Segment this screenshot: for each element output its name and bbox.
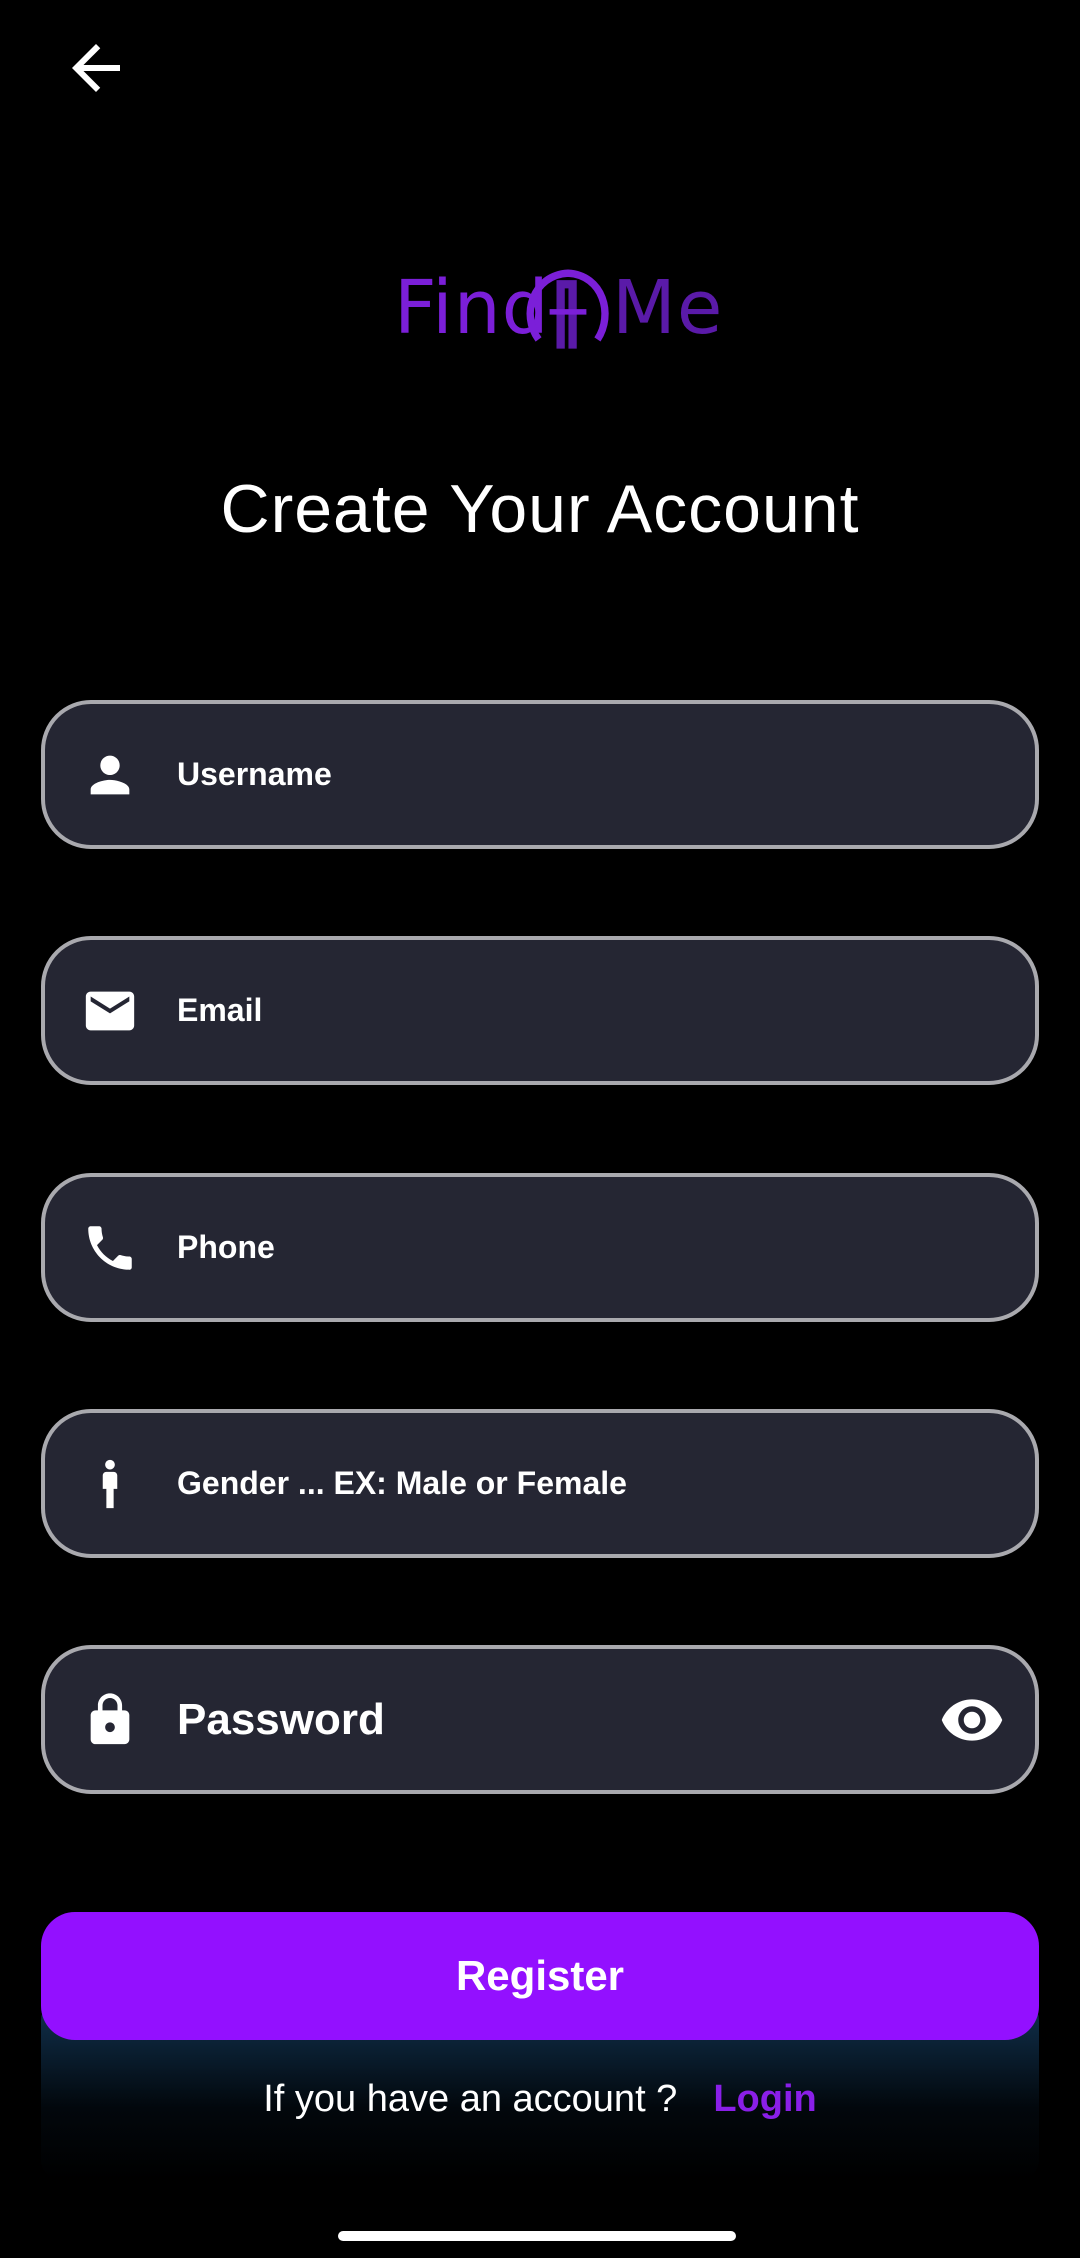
back-button[interactable] <box>60 32 132 104</box>
password-placeholder: Password <box>177 1694 385 1744</box>
page-title: Create Your Account <box>220 471 860 547</box>
phone-icon <box>80 1218 140 1278</box>
email-field[interactable]: Email <box>41 936 1039 1085</box>
home-indicator[interactable] <box>338 2231 736 2241</box>
logo-text-me: Me <box>612 265 724 351</box>
username-field[interactable]: Username <box>41 700 1039 849</box>
account-prompt-text: If you have an account ? <box>263 2078 678 2120</box>
logo-mark-icon <box>526 269 609 349</box>
gender-placeholder: Gender ... EX: Male or Female <box>177 1465 627 1501</box>
email-placeholder: Email <box>177 992 263 1028</box>
arrow-left-icon <box>72 44 120 92</box>
person-icon <box>80 745 140 805</box>
login-prompt-row: If you have an account ? Login <box>0 2078 1080 2121</box>
eye-icon[interactable] <box>939 1687 1005 1753</box>
phone-placeholder: Phone <box>177 1229 275 1265</box>
password-field[interactable]: Password <box>41 1645 1039 1794</box>
lock-icon <box>80 1690 140 1750</box>
register-button[interactable]: Register <box>41 1912 1039 2040</box>
username-placeholder: Username <box>177 756 332 792</box>
app-logo: Find Me <box>380 258 724 358</box>
person-standing-icon <box>80 1454 140 1514</box>
mail-icon <box>80 981 140 1041</box>
phone-field[interactable]: Phone <box>41 1173 1039 1322</box>
gender-field[interactable]: Gender ... EX: Male or Female <box>41 1409 1039 1558</box>
login-link[interactable]: Login <box>713 2078 816 2120</box>
